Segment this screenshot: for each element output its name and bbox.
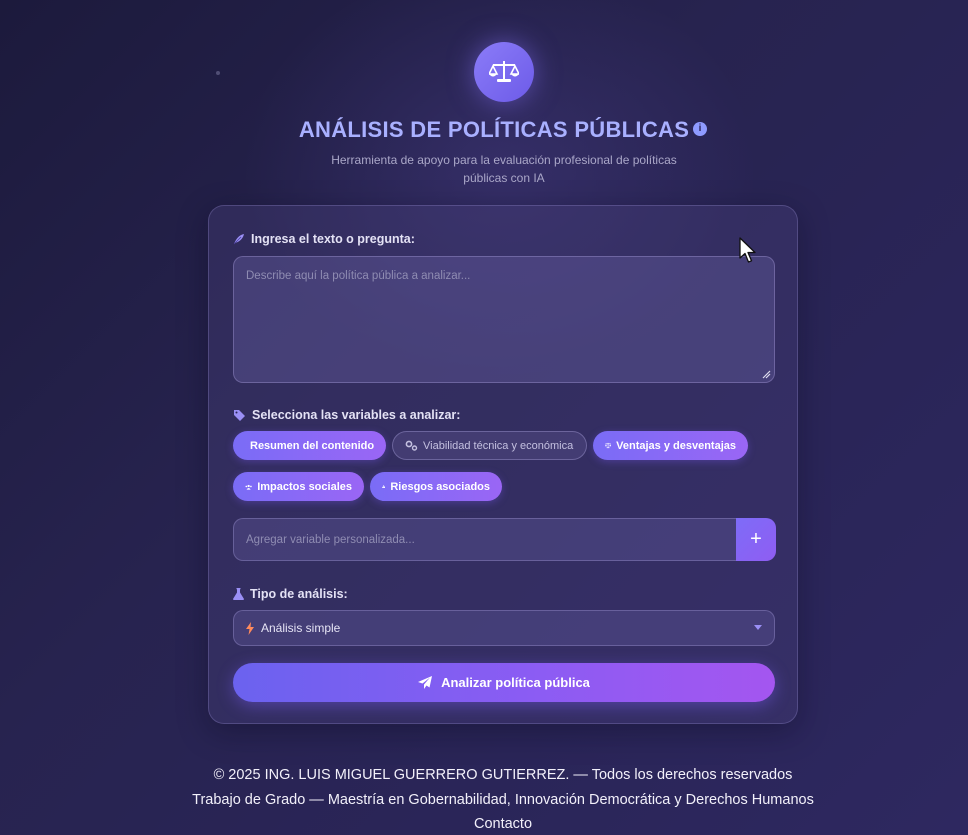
gears-icon bbox=[405, 440, 418, 451]
chip-ventajas[interactable]: Ventajas y desventajas bbox=[593, 431, 748, 460]
users-icon bbox=[245, 484, 252, 490]
tags-icon bbox=[234, 410, 245, 421]
logo-scale-icon bbox=[474, 42, 534, 102]
chevron-down-icon bbox=[754, 625, 762, 630]
mouse-cursor-icon bbox=[739, 237, 756, 263]
variables-label: Selecciona las variables a analizar: bbox=[233, 408, 460, 422]
chip-viabilidad[interactable]: Viabilidad técnica y económica bbox=[392, 431, 587, 460]
footer-thesis: Trabajo de Grado — Maestría en Gobernabi… bbox=[192, 792, 814, 808]
chip-riesgos[interactable]: Riesgos asociados bbox=[370, 472, 502, 501]
page-subtitle: Herramienta de apoyo para la evaluación … bbox=[331, 153, 677, 185]
chip-resumen[interactable]: Resumen del contenido bbox=[233, 431, 386, 460]
warning-icon bbox=[382, 484, 386, 489]
footer-contact-link[interactable]: Contacto bbox=[0, 816, 968, 832]
resize-handle-icon[interactable] bbox=[761, 369, 771, 379]
footer-copyright: © 2025 ING. LUIS MIGUEL GUERRERO GUTIERR… bbox=[213, 767, 793, 783]
bolt-icon bbox=[246, 621, 254, 635]
add-variable-button[interactable]: + bbox=[736, 518, 776, 561]
info-icon[interactable]: i bbox=[693, 122, 708, 137]
analysis-type-select[interactable]: Análisis simple bbox=[233, 610, 775, 646]
custom-variable-input[interactable]: Agregar variable personalizada... bbox=[233, 518, 737, 561]
decorative-dot bbox=[216, 71, 220, 75]
analyze-button[interactable]: Analizar política pública bbox=[233, 663, 775, 702]
policy-text-area[interactable]: Describe aquí la política pública a anal… bbox=[233, 256, 775, 383]
text-label: Ingresa el texto o pregunta: bbox=[233, 232, 415, 246]
feather-icon bbox=[233, 234, 244, 245]
text-placeholder: Describe aquí la política pública a anal… bbox=[246, 270, 471, 282]
custom-variable-placeholder: Agregar variable personalizada... bbox=[246, 533, 415, 546]
paper-plane-icon bbox=[418, 676, 433, 689]
chip-impactos[interactable]: Impactos sociales bbox=[233, 472, 364, 501]
analysis-form-card: Ingresa el texto o pregunta: Describe aq… bbox=[208, 205, 798, 724]
flask-icon bbox=[233, 588, 244, 600]
analysis-type-label: Tipo de análisis: bbox=[233, 587, 348, 601]
plus-icon: + bbox=[750, 528, 762, 550]
scale-icon bbox=[605, 442, 612, 449]
page-title: ANÁLISIS DE POLÍTICAS PÚBLICAS i bbox=[0, 117, 968, 143]
analysis-type-value: Análisis simple bbox=[261, 621, 341, 635]
